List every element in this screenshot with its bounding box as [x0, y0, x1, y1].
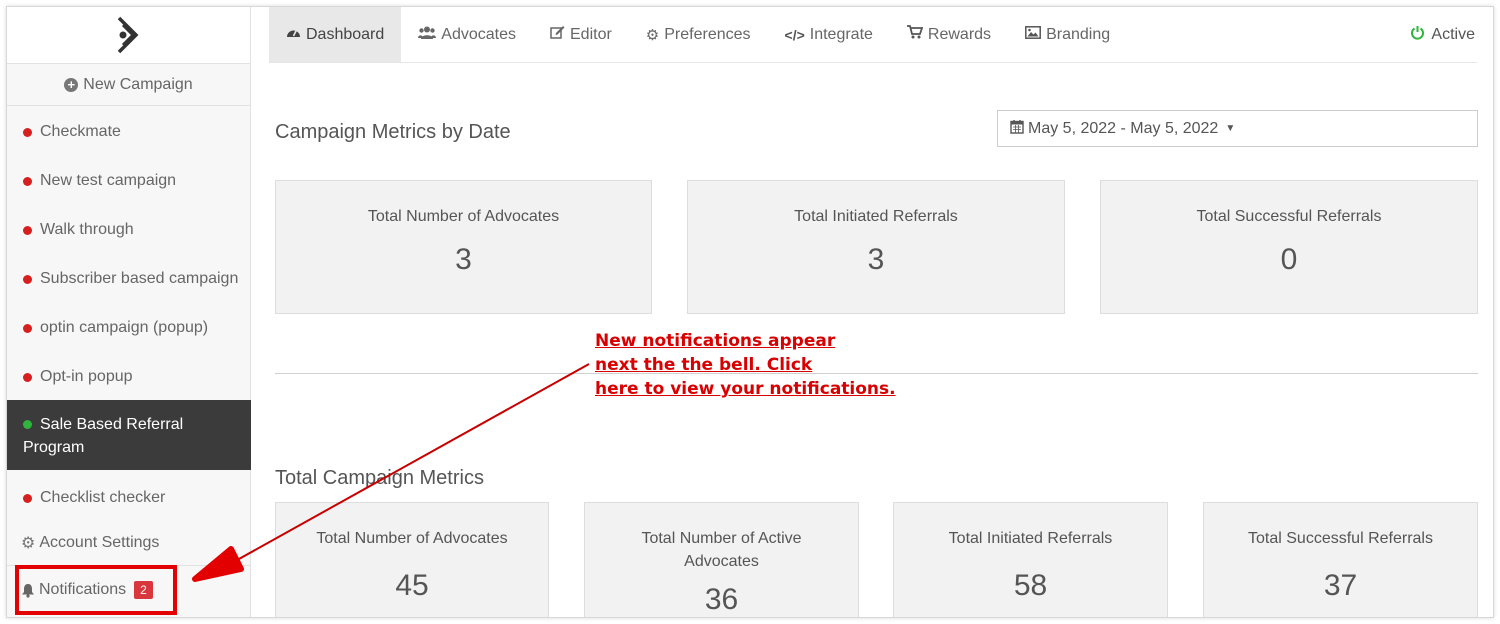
annotation-line: New notifications appear — [595, 331, 836, 351]
sidebar-campaign-new-test[interactable]: New test campaign — [7, 170, 251, 192]
metric-value: 3 — [455, 243, 472, 276]
campaign-label: Subscriber based campaign — [40, 270, 239, 287]
status-label: Active — [1431, 26, 1475, 43]
status-dot-icon — [23, 420, 32, 429]
tab-integrate[interactable]: </> Integrate — [768, 7, 890, 62]
status-dot-icon — [23, 225, 32, 235]
campaign-label: Checklist checker — [40, 489, 166, 506]
power-icon — [1410, 25, 1425, 45]
status-dot-icon — [23, 323, 32, 333]
campaign-label-line2: Program — [23, 439, 85, 456]
status-dot-icon — [23, 127, 32, 137]
metric-label-line1: Total Number of Active — [641, 530, 802, 547]
total-metrics-title: Total Campaign Metrics — [275, 467, 484, 489]
sidebar-campaign-checklist[interactable]: Checklist checker — [7, 487, 251, 509]
edit-icon — [550, 25, 565, 44]
campaign-label: New test campaign — [40, 172, 177, 189]
sidebar: + New Campaign Checkmate New test campai… — [7, 7, 251, 617]
campaign-label: optin campaign (popup) — [40, 319, 209, 336]
total-card-successful: Total Successful Referrals 37 — [1203, 502, 1478, 617]
caret-down-icon: ▼ — [1225, 123, 1236, 134]
notifications-highlight-box — [15, 565, 177, 615]
date-range-value: May 5, 2022 - May 5, 2022 — [1028, 119, 1219, 137]
campaign-label-line1: Sale Based Referral — [23, 413, 183, 436]
sidebar-campaign-checkmate[interactable]: Checkmate — [7, 121, 251, 143]
status-dot-icon — [23, 493, 32, 503]
campaign-label: Checkmate — [40, 123, 121, 140]
tab-rewards[interactable]: Rewards — [890, 7, 1008, 62]
gear-icon: ⚙ — [21, 535, 36, 552]
status-dot-icon — [23, 274, 32, 284]
campaign-label: Walk through — [40, 221, 134, 238]
tab-label: Editor — [570, 25, 612, 43]
metric-label: Total Number of Advocates — [316, 530, 508, 547]
new-campaign-button[interactable]: + New Campaign — [7, 64, 250, 106]
tab-label: Integrate — [809, 25, 873, 43]
campaign-label: Opt-in popup — [40, 368, 133, 385]
metric-label: Total Number of Advocates — [367, 208, 560, 225]
tab-label: Dashboard — [306, 25, 385, 43]
brand-logo-icon — [117, 16, 138, 54]
cart-icon — [906, 25, 924, 44]
status-dot-icon — [23, 372, 32, 382]
metric-card-initiated: Total Initiated Referrals 3 — [687, 180, 1065, 314]
tab-label: Rewards — [927, 25, 992, 43]
status-dot-icon — [23, 176, 32, 186]
new-campaign-label: New Campaign — [83, 75, 193, 93]
annotation-line: here to view your notifications. — [595, 379, 896, 399]
tab-label: Branding — [1046, 25, 1111, 43]
app-window: + New Campaign Checkmate New test campai… — [6, 6, 1494, 618]
top-nav: Dashboard Advocates Editor ⚙ Preferences… — [269, 7, 1477, 63]
plus-circle-icon: + — [64, 77, 79, 92]
tutorial-annotation: New notifications appear next the the be… — [595, 329, 896, 401]
metrics-by-date-title: Campaign Metrics by Date — [275, 121, 511, 143]
metric-label: Total Initiated Referrals — [794, 208, 958, 225]
metric-value: 45 — [395, 569, 429, 602]
annotation-line: next the the bell. Click — [595, 355, 813, 375]
total-card-initiated: Total Initiated Referrals 58 — [893, 502, 1168, 617]
total-card-active-advocates: Total Number of Active Advocates 36 — [584, 502, 859, 617]
metric-label: Total Successful Referrals — [1248, 530, 1433, 547]
metric-label: Total Initiated Referrals — [948, 530, 1113, 547]
sidebar-campaign-optin-popup[interactable]: Opt-in popup — [7, 366, 251, 388]
tab-advocates[interactable]: Advocates — [401, 7, 533, 62]
sidebar-campaign-optin[interactable]: optin campaign (popup) — [7, 317, 251, 339]
sidebar-campaign-walk-through[interactable]: Walk through — [7, 219, 251, 241]
tab-preferences[interactable]: ⚙ Preferences — [629, 7, 768, 62]
campaign-status-toggle[interactable]: Active — [1410, 7, 1477, 63]
dashboard-icon — [286, 26, 301, 44]
metric-value: 58 — [1013, 569, 1048, 602]
metric-value: 0 — [1280, 243, 1298, 276]
metric-value: 37 — [1323, 569, 1358, 602]
metric-card-successful: Total Successful Referrals 0 — [1100, 180, 1478, 314]
sidebar-campaign-subscriber[interactable]: Subscriber based campaign — [7, 268, 251, 290]
tab-dashboard[interactable]: Dashboard — [269, 7, 402, 62]
total-card-advocates: Total Number of Advocates 45 — [275, 502, 549, 617]
image-icon — [1025, 25, 1042, 44]
tab-branding[interactable]: Branding — [1008, 7, 1127, 62]
cogs-icon: ⚙ — [645, 26, 660, 44]
tab-label: Preferences — [664, 25, 751, 43]
campaign-label-text: Sale Based Referral — [40, 416, 184, 433]
metric-value: 36 — [704, 583, 739, 616]
date-range-picker[interactable]: May 5, 2022 - May 5, 2022 ▼ — [997, 110, 1478, 147]
metric-card-advocates: Total Number of Advocates 3 — [275, 180, 652, 314]
metric-label-line2: Advocates — [684, 553, 759, 570]
tab-label: Advocates — [441, 25, 516, 43]
account-settings-link[interactable]: ⚙ Account Settings — [21, 533, 159, 553]
calendar-icon — [1010, 119, 1024, 139]
users-icon — [418, 26, 437, 44]
sidebar-campaign-sale-based[interactable]: Sale Based Referral Program — [7, 400, 251, 470]
metric-value: 3 — [867, 243, 885, 276]
logo[interactable] — [7, 7, 250, 64]
tab-editor[interactable]: Editor — [533, 7, 629, 62]
metric-label: Total Successful Referrals — [1196, 208, 1382, 225]
code-icon: </> — [784, 26, 805, 43]
account-settings-label: Account Settings — [39, 534, 160, 551]
